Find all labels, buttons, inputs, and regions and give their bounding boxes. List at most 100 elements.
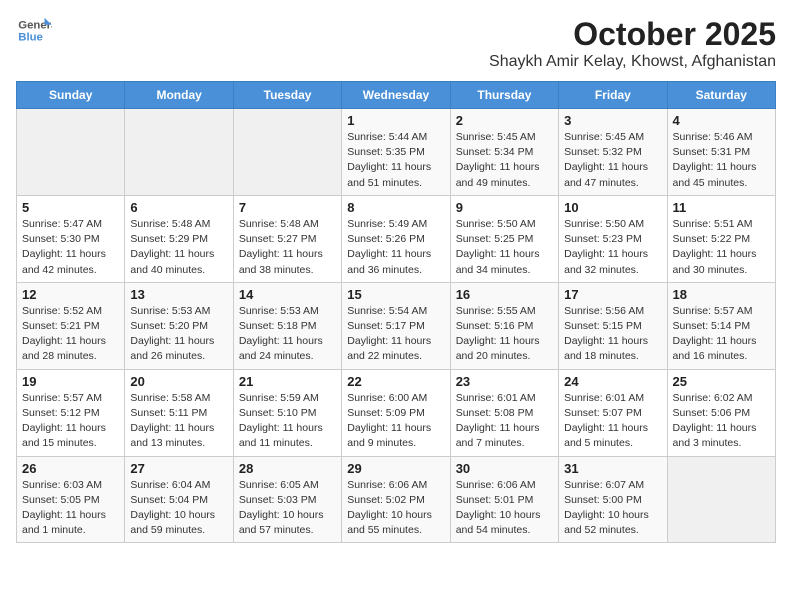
logo-icon: General Blue — [16, 16, 52, 44]
day-info: Sunrise: 5:49 AM Sunset: 5:26 PM Dayligh… — [347, 217, 444, 278]
calendar-cell — [233, 109, 341, 196]
calendar-cell: 7 Sunrise: 5:48 AM Sunset: 5:27 PM Daylig… — [233, 195, 341, 282]
month-title: October 2025 — [489, 16, 776, 53]
calendar-week-row: 26 Sunrise: 6:03 AM Sunset: 5:05 PM Dayli… — [17, 456, 776, 543]
day-info: Sunrise: 6:01 AM Sunset: 5:08 PM Dayligh… — [456, 391, 553, 452]
weekday-header-wednesday: Wednesday — [342, 82, 450, 109]
calendar-cell: 20 Sunrise: 5:58 AM Sunset: 5:11 PM Dayli… — [125, 369, 233, 456]
day-info: Sunrise: 6:02 AM Sunset: 5:06 PM Dayligh… — [673, 391, 770, 452]
day-number: 24 — [564, 374, 661, 389]
calendar-cell — [667, 456, 775, 543]
day-info: Sunrise: 5:50 AM Sunset: 5:23 PM Dayligh… — [564, 217, 661, 278]
calendar-cell: 25 Sunrise: 6:02 AM Sunset: 5:06 PM Dayli… — [667, 369, 775, 456]
calendar-cell: 21 Sunrise: 5:59 AM Sunset: 5:10 PM Dayli… — [233, 369, 341, 456]
weekday-header-thursday: Thursday — [450, 82, 558, 109]
day-number: 25 — [673, 374, 770, 389]
calendar-cell: 14 Sunrise: 5:53 AM Sunset: 5:18 PM Dayli… — [233, 282, 341, 369]
calendar-cell: 28 Sunrise: 6:05 AM Sunset: 5:03 PM Dayli… — [233, 456, 341, 543]
location-subtitle: Shaykh Amir Kelay, Khowst, Afghanistan — [489, 53, 776, 71]
day-number: 31 — [564, 461, 661, 476]
day-number: 30 — [456, 461, 553, 476]
weekday-header-monday: Monday — [125, 82, 233, 109]
day-info: Sunrise: 5:53 AM Sunset: 5:20 PM Dayligh… — [130, 304, 227, 365]
day-number: 14 — [239, 287, 336, 302]
calendar-cell: 29 Sunrise: 6:06 AM Sunset: 5:02 PM Dayli… — [342, 456, 450, 543]
calendar-cell: 2 Sunrise: 5:45 AM Sunset: 5:34 PM Daylig… — [450, 109, 558, 196]
day-info: Sunrise: 5:53 AM Sunset: 5:18 PM Dayligh… — [239, 304, 336, 365]
calendar-cell: 22Sunrise: 6:00 AM Sunset: 5:09 PM Dayli… — [342, 369, 450, 456]
calendar-cell: 8 Sunrise: 5:49 AM Sunset: 5:26 PM Daylig… — [342, 195, 450, 282]
day-number: 20 — [130, 374, 227, 389]
calendar-cell: 4Sunrise: 5:46 AM Sunset: 5:31 PM Daylig… — [667, 109, 775, 196]
day-info: Sunrise: 6:04 AM Sunset: 5:04 PM Dayligh… — [130, 478, 227, 539]
calendar-cell: 10 Sunrise: 5:50 AM Sunset: 5:23 PM Dayli… — [559, 195, 667, 282]
calendar-cell — [125, 109, 233, 196]
day-info: Sunrise: 6:06 AM Sunset: 5:01 PM Dayligh… — [456, 478, 553, 539]
calendar-table: SundayMondayTuesdayWednesdayThursdayFrid… — [16, 81, 776, 543]
calendar-week-row: 19 Sunrise: 5:57 AM Sunset: 5:12 PM Dayli… — [17, 369, 776, 456]
calendar-week-row: 12 Sunrise: 5:52 AM Sunset: 5:21 PM Dayli… — [17, 282, 776, 369]
day-number: 12 — [22, 287, 119, 302]
day-info: Sunrise: 6:03 AM Sunset: 5:05 PM Dayligh… — [22, 478, 119, 539]
day-number: 26 — [22, 461, 119, 476]
day-info: Sunrise: 5:48 AM Sunset: 5:27 PM Dayligh… — [239, 217, 336, 278]
day-info: Sunrise: 5:54 AM Sunset: 5:17 PM Dayligh… — [347, 304, 444, 365]
day-number: 1 — [347, 113, 444, 128]
calendar-cell: 11Sunrise: 5:51 AM Sunset: 5:22 PM Dayli… — [667, 195, 775, 282]
day-number: 9 — [456, 200, 553, 215]
calendar-week-row: 5 Sunrise: 5:47 AM Sunset: 5:30 PM Daylig… — [17, 195, 776, 282]
day-number: 17 — [564, 287, 661, 302]
calendar-cell: 24 Sunrise: 6:01 AM Sunset: 5:07 PM Dayli… — [559, 369, 667, 456]
calendar-cell: 12 Sunrise: 5:52 AM Sunset: 5:21 PM Dayli… — [17, 282, 125, 369]
day-number: 10 — [564, 200, 661, 215]
day-info: Sunrise: 6:06 AM Sunset: 5:02 PM Dayligh… — [347, 478, 444, 539]
calendar-cell: 30 Sunrise: 6:06 AM Sunset: 5:01 PM Dayli… — [450, 456, 558, 543]
day-info: Sunrise: 5:45 AM Sunset: 5:34 PM Dayligh… — [456, 130, 553, 191]
page-header: General Blue October 2025 Shaykh Amir Ke… — [16, 16, 776, 71]
calendar-cell: 13Sunrise: 5:53 AM Sunset: 5:20 PM Dayli… — [125, 282, 233, 369]
day-info: Sunrise: 5:59 AM Sunset: 5:10 PM Dayligh… — [239, 391, 336, 452]
day-number: 27 — [130, 461, 227, 476]
calendar-week-row: 1 Sunrise: 5:44 AM Sunset: 5:35 PM Daylig… — [17, 109, 776, 196]
day-number: 2 — [456, 113, 553, 128]
day-info: Sunrise: 5:58 AM Sunset: 5:11 PM Dayligh… — [130, 391, 227, 452]
day-info: Sunrise: 5:51 AM Sunset: 5:22 PM Dayligh… — [673, 217, 770, 278]
calendar-cell: 19 Sunrise: 5:57 AM Sunset: 5:12 PM Dayli… — [17, 369, 125, 456]
calendar-cell: 17 Sunrise: 5:56 AM Sunset: 5:15 PM Dayli… — [559, 282, 667, 369]
day-number: 6 — [130, 200, 227, 215]
day-info: Sunrise: 5:57 AM Sunset: 5:12 PM Dayligh… — [22, 391, 119, 452]
calendar-cell — [17, 109, 125, 196]
calendar-cell: 6Sunrise: 5:48 AM Sunset: 5:29 PM Daylig… — [125, 195, 233, 282]
calendar-cell: 23Sunrise: 6:01 AM Sunset: 5:08 PM Dayli… — [450, 369, 558, 456]
weekday-header-tuesday: Tuesday — [233, 82, 341, 109]
logo: General Blue — [16, 16, 52, 44]
calendar-cell: 15Sunrise: 5:54 AM Sunset: 5:17 PM Dayli… — [342, 282, 450, 369]
day-info: Sunrise: 5:50 AM Sunset: 5:25 PM Dayligh… — [456, 217, 553, 278]
weekday-header-friday: Friday — [559, 82, 667, 109]
day-number: 28 — [239, 461, 336, 476]
calendar-cell: 16Sunrise: 5:55 AM Sunset: 5:16 PM Dayli… — [450, 282, 558, 369]
day-number: 21 — [239, 374, 336, 389]
day-info: Sunrise: 6:05 AM Sunset: 5:03 PM Dayligh… — [239, 478, 336, 539]
day-number: 5 — [22, 200, 119, 215]
calendar-cell: 26 Sunrise: 6:03 AM Sunset: 5:05 PM Dayli… — [17, 456, 125, 543]
calendar-cell: 18Sunrise: 5:57 AM Sunset: 5:14 PM Dayli… — [667, 282, 775, 369]
day-info: Sunrise: 5:47 AM Sunset: 5:30 PM Dayligh… — [22, 217, 119, 278]
day-number: 8 — [347, 200, 444, 215]
day-info: Sunrise: 5:56 AM Sunset: 5:15 PM Dayligh… — [564, 304, 661, 365]
day-number: 7 — [239, 200, 336, 215]
weekday-header-saturday: Saturday — [667, 82, 775, 109]
day-info: Sunrise: 5:57 AM Sunset: 5:14 PM Dayligh… — [673, 304, 770, 365]
calendar-cell: 27 Sunrise: 6:04 AM Sunset: 5:04 PM Dayli… — [125, 456, 233, 543]
day-number: 19 — [22, 374, 119, 389]
day-info: Sunrise: 5:46 AM Sunset: 5:31 PM Dayligh… — [673, 130, 770, 191]
day-number: 22 — [347, 374, 444, 389]
day-info: Sunrise: 5:44 AM Sunset: 5:35 PM Dayligh… — [347, 130, 444, 191]
calendar-cell: 9 Sunrise: 5:50 AM Sunset: 5:25 PM Daylig… — [450, 195, 558, 282]
svg-text:Blue: Blue — [18, 32, 43, 44]
day-number: 3 — [564, 113, 661, 128]
day-info: Sunrise: 6:01 AM Sunset: 5:07 PM Dayligh… — [564, 391, 661, 452]
calendar-cell: 5 Sunrise: 5:47 AM Sunset: 5:30 PM Daylig… — [17, 195, 125, 282]
day-info: Sunrise: 5:52 AM Sunset: 5:21 PM Dayligh… — [22, 304, 119, 365]
day-number: 29 — [347, 461, 444, 476]
